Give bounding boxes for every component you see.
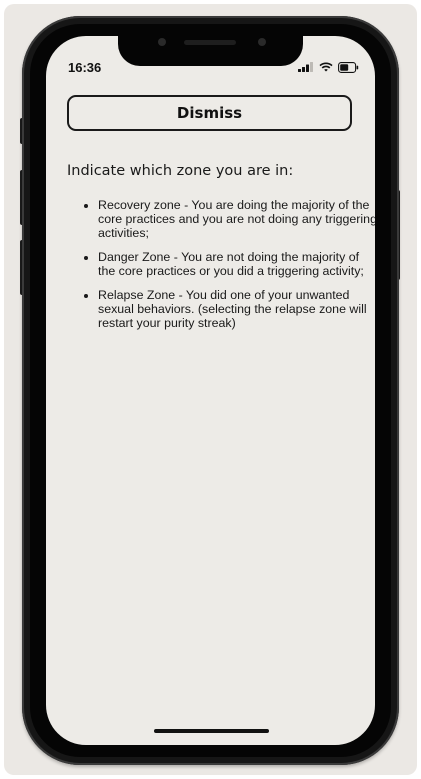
notch xyxy=(118,36,303,66)
status-icons xyxy=(298,61,359,73)
zone-heading: Indicate which zone you are in: xyxy=(67,163,294,179)
list-item-recovery-zone: Recovery zone - You are doing the majori… xyxy=(98,198,375,240)
dismiss-button[interactable]: Dismiss xyxy=(67,95,352,131)
zone-list: Recovery zone - You are doing the majori… xyxy=(84,198,375,340)
sensor-icon xyxy=(258,38,266,46)
camera-icon xyxy=(158,38,166,46)
list-item-relapse-zone: Relapse Zone - You did one of your unwan… xyxy=(98,288,375,330)
canvas: 16:36 Dismiss Indicate which zone you ar… xyxy=(0,0,421,779)
signal-icon xyxy=(298,62,313,72)
speaker-grille xyxy=(184,40,236,45)
list-item-danger-zone: Danger Zone - You are not doing the majo… xyxy=(98,250,375,278)
home-indicator[interactable] xyxy=(154,729,269,733)
wifi-icon xyxy=(319,62,333,72)
phone-screen: 16:36 Dismiss Indicate which zone you ar… xyxy=(46,36,375,745)
status-time: 16:36 xyxy=(68,60,102,75)
battery-icon xyxy=(338,61,359,73)
